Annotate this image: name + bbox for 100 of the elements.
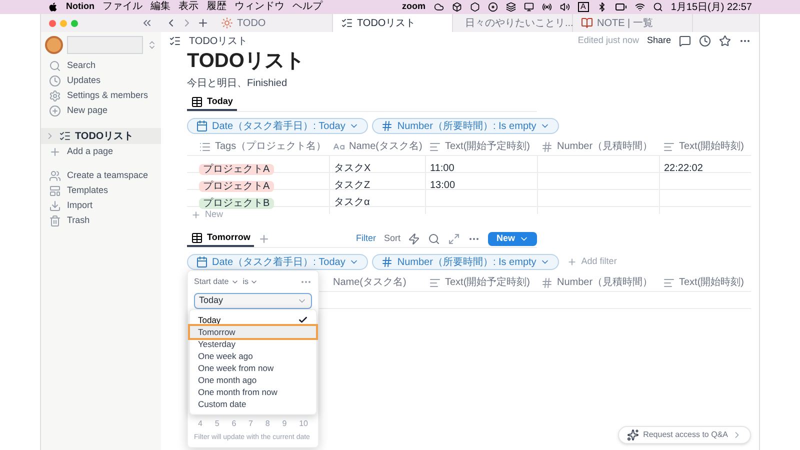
table-cell-text: 11:00 [430,162,454,176]
sidebar-item[interactable]: Trash [41,214,161,228]
wifi-icon[interactable] [634,2,645,12]
date-option[interactable]: One month ago [190,374,316,386]
table-cell-text: 22:22:02 [664,162,703,176]
plus-circle-icon [49,105,61,117]
qa-request-button[interactable]: Request access to Q&A [618,426,751,444]
new-tab-icon[interactable] [197,17,209,29]
box-icon[interactable] [452,2,462,12]
disc-icon[interactable] [488,2,498,12]
lines-icon [429,276,441,288]
menu-item[interactable]: ヘルプ [292,2,322,12]
close-window-button[interactable] [49,20,56,26]
switch-icon[interactable] [147,40,157,50]
book-icon [581,17,593,29]
lines-icon [663,140,675,152]
workspace-name-field[interactable] [67,36,143,54]
table-cell-text: 13:00 [430,178,456,192]
search-icon[interactable] [652,2,663,12]
menu-item[interactable]: ウィンドウ [234,2,284,12]
column-header[interactable]: Text(開始時刻) [659,275,751,290]
date-option[interactable]: Yesterday [190,338,316,350]
column-header[interactable]: Text(開始時刻) [659,139,751,154]
hexagon-icon[interactable] [470,2,480,12]
cloud-icon[interactable] [434,2,444,12]
operator-selector[interactable]: is [242,276,258,288]
checklist-icon [341,17,353,29]
zoom-status-item[interactable]: zoom [402,0,426,14]
menu-clock: 1月15日(月) 22:57 [670,0,752,14]
volume-icon[interactable] [560,2,570,12]
date-option[interactable]: Today [190,314,316,326]
share-button[interactable]: Share [646,34,671,48]
column-header[interactable]: Number（見積時間） [537,139,659,154]
sidebar-item[interactable]: Import [41,199,161,213]
filter-chip[interactable]: Number（所要時間）: Is empty [372,254,560,270]
sun-icon [221,17,233,29]
lines-icon [663,276,675,288]
edited-status: Edited just now [578,34,639,48]
avatar[interactable] [45,36,63,54]
plus-icon [191,210,201,220]
sidebar-item[interactable]: New page [41,104,161,118]
breadcrumb[interactable]: TODOリスト [189,34,248,48]
menu-item[interactable]: 履歴 [206,2,226,12]
date-option[interactable]: Custom date [190,398,316,410]
expand-icon[interactable] [448,232,460,244]
project-tag: プロジェクトA [199,164,274,175]
sidebar-item[interactable]: Search [41,59,161,73]
column-header[interactable]: Name(タスク名) [329,275,425,290]
monitor-icon[interactable] [524,2,534,12]
column-header[interactable]: Number（見積時間） [537,275,659,290]
lines-icon [429,140,441,152]
sidebar-item[interactable]: Settings & members [41,89,161,103]
add-view-icon[interactable] [258,232,270,244]
text-case-icon [333,140,345,152]
bluetooth-icon[interactable] [596,2,607,12]
sidebar-page[interactable]: TODOリスト [41,128,161,144]
column-header[interactable]: Tags（プロジェクト名） [187,139,329,154]
sidebar-item[interactable]: Updates [41,74,161,88]
view-tab[interactable]: Tomorrow [187,230,254,247]
plus-icon [567,257,578,267]
date-option[interactable]: One week from now [190,362,316,374]
sidebar-item[interactable]: Templates [41,184,161,198]
menu-item[interactable]: ファイル [102,2,142,12]
app-menu[interactable]: Notion [66,0,94,14]
input-source-indicator[interactable]: A [578,2,589,12]
menu-item[interactable]: 表示 [178,2,198,12]
field-selector[interactable]: Start date [194,276,239,288]
calendar-icon [196,120,208,132]
filter-chip[interactable]: Number（所要時間）: Is empty [372,118,560,134]
trash-icon [49,215,61,227]
date-select-field[interactable]: Today [194,293,312,309]
date-option[interactable]: One month from now [190,386,316,398]
collapse-sidebar-icon[interactable] [141,17,153,29]
toolbar-button[interactable]: Filter [356,232,376,246]
page-description: 今日と明日、Finishied [187,77,288,91]
filter-chip[interactable]: Date（タスク着手日）: Today [187,254,368,270]
new-button[interactable]: New [488,232,537,246]
date-option[interactable]: Tomorrow [190,326,316,338]
apple-icon[interactable] [48,2,58,12]
menu-item[interactable]: 編集 [150,2,170,12]
clock-icon [49,75,61,87]
project-tag: プロジェクトB [199,198,274,209]
add-page-item[interactable]: Add a page [41,145,161,159]
battery-icon[interactable] [614,1,627,13]
layers-icon[interactable] [506,2,516,12]
radio-icon[interactable] [542,2,552,12]
view-tab[interactable]: Today [187,95,237,111]
comment-icon[interactable] [679,35,691,47]
lightning-icon[interactable] [408,232,420,244]
browser-tab[interactable]: TODOリスト [333,14,453,32]
date-option[interactable]: One week ago [190,350,316,362]
column-header[interactable]: Text(開始予定時刻) [425,139,537,154]
star-icon[interactable] [719,35,731,47]
template-icon [49,185,61,197]
filter-chip[interactable]: Date（タスク着手日）: Today [187,118,368,134]
column-header[interactable]: Text(開始予定時刻) [425,275,537,290]
toolbar-button[interactable]: Sort [384,232,400,246]
clock-icon[interactable] [699,35,711,47]
sidebar-item[interactable]: Create a teamspace [41,169,161,183]
column-header[interactable]: Name(タスク名) [329,139,425,154]
